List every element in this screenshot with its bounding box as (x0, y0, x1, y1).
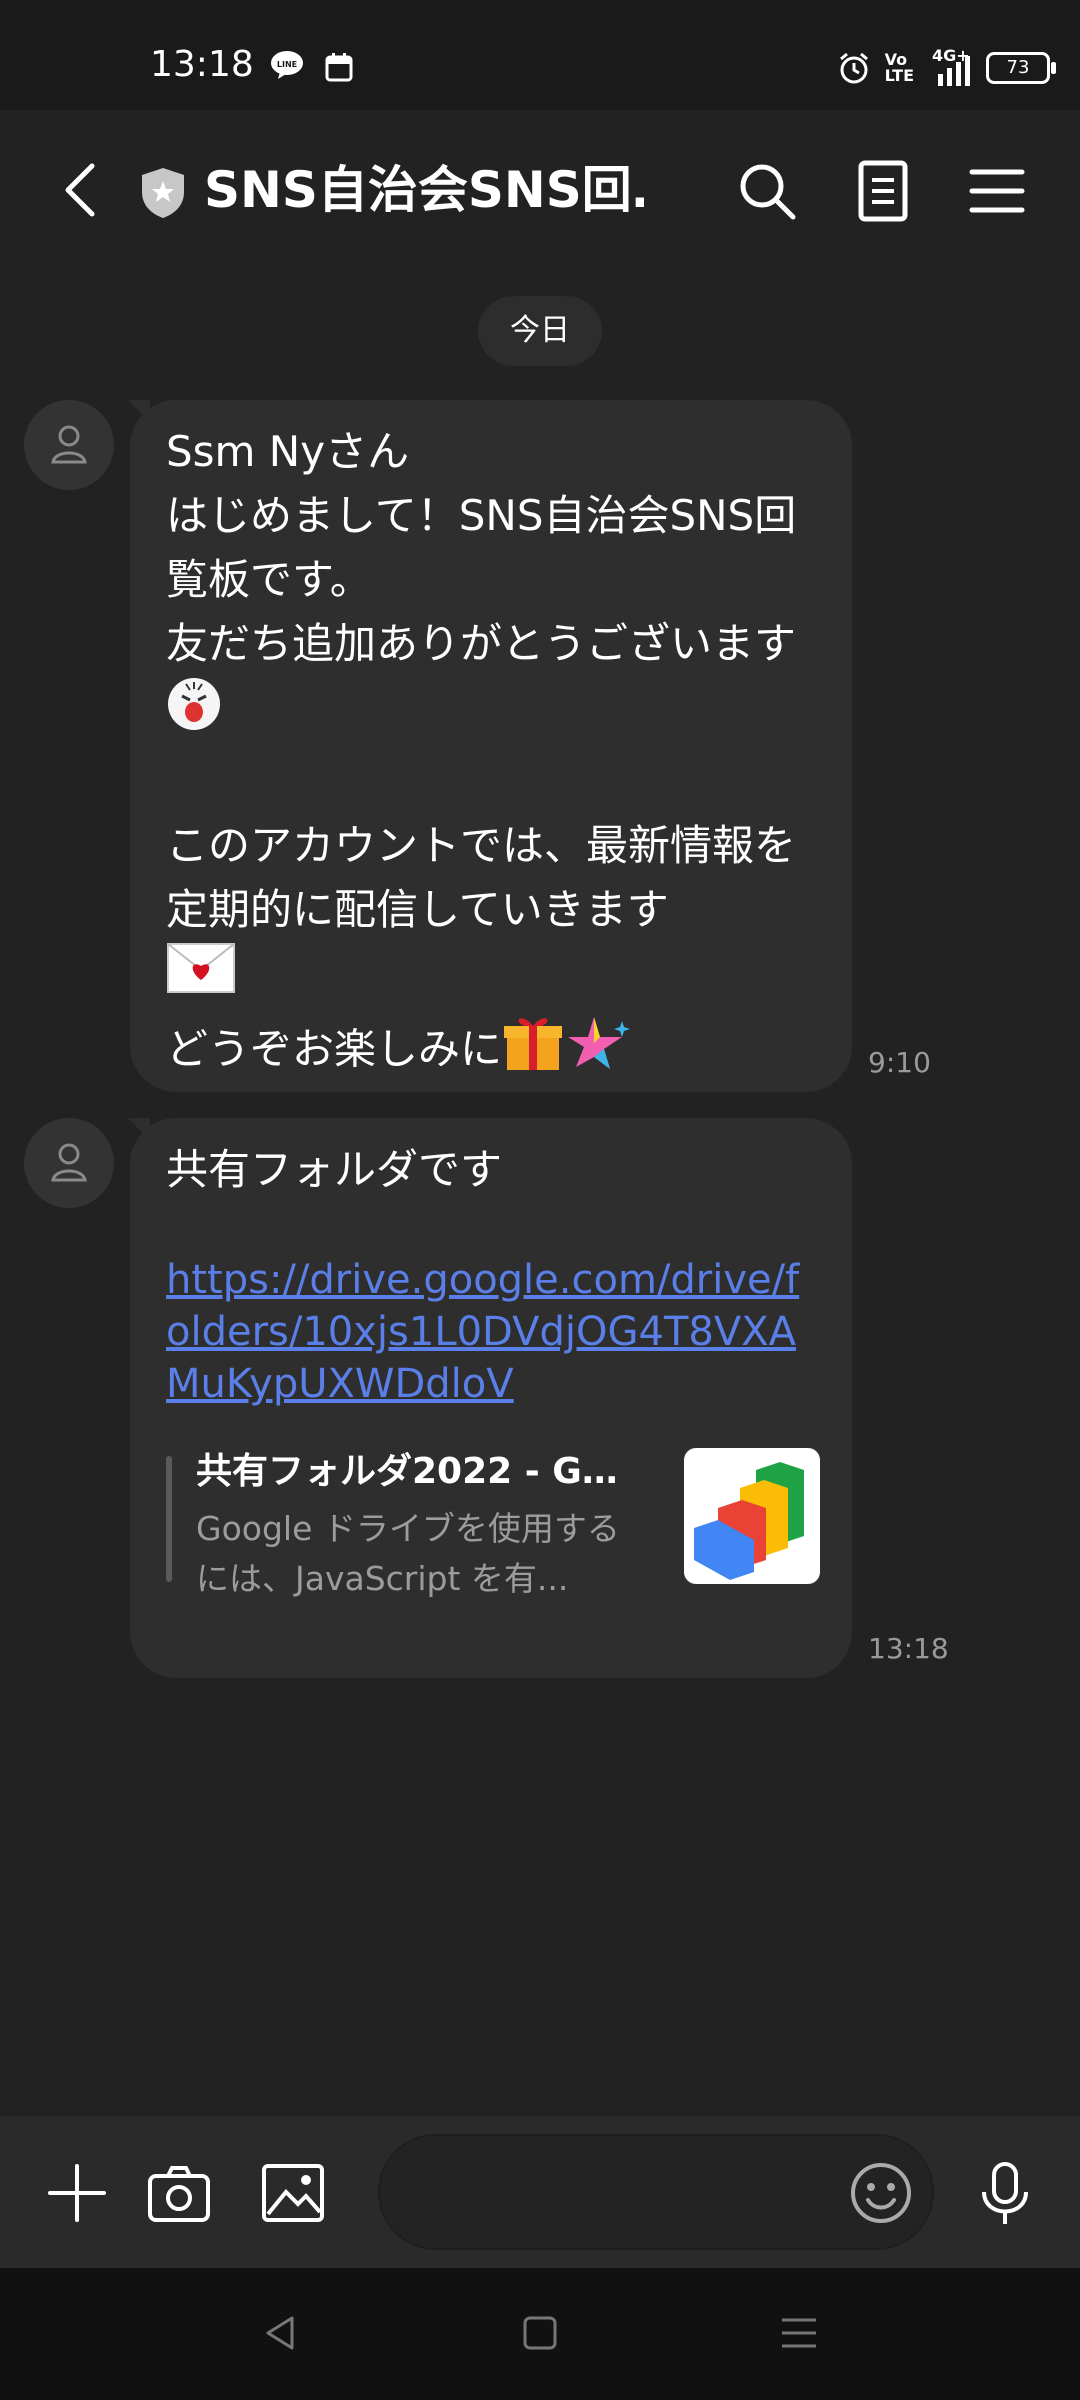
back-arrow-icon[interactable] (52, 160, 112, 220)
signal-icon: 4G+ (928, 46, 972, 86)
message-time: 13:18 (868, 1632, 949, 1665)
love-letter-icon (166, 942, 236, 1012)
calendar-icon (325, 53, 353, 82)
battery-indicator: 73 (986, 52, 1056, 84)
google-drive-thumbnail (684, 1448, 820, 1584)
message-text: Ssm Nyさん はじめまして！SNS自治会SNS回覧板です。 友だち追加ありが… (166, 420, 816, 1092)
person-icon (51, 425, 87, 464)
avatar[interactable] (24, 1118, 114, 1208)
person-icon (51, 1143, 87, 1182)
message-input-bar (0, 2116, 1080, 2268)
preview-title: 共有フォルダ2022 - Go... (196, 1451, 626, 1492)
emoji-icon[interactable] (848, 2160, 914, 2226)
preview-accent-bar (166, 1456, 172, 1582)
alarm-icon (839, 52, 868, 84)
camera-icon[interactable] (146, 2160, 212, 2226)
message-bubble[interactable]: 共有フォルダです https://drive.google.com/drive/… (128, 1118, 852, 1678)
chat-title[interactable]: SNS自治会SNS回… (204, 158, 644, 222)
menu-icon[interactable] (966, 160, 1028, 222)
gift-icon (502, 1012, 564, 1092)
nav-recents-icon[interactable] (778, 2312, 820, 2354)
search-icon[interactable] (736, 160, 798, 222)
message-link[interactable]: https://drive.google.com/drive/folders/1… (166, 1254, 816, 1410)
chat-header: SNS自治会SNS回… (0, 110, 1080, 270)
status-indicators: Vo LTE 4G+ 73 (837, 46, 1056, 86)
volte-indicator: Vo LTE (884, 50, 914, 85)
message-bubble[interactable]: Ssm Nyさん はじめまして！SNS自治会SNS回覧板です。 友だち追加ありが… (128, 400, 852, 1092)
svg-text:LINE: LINE (277, 60, 297, 69)
sparkle-star-icon (564, 1013, 631, 1091)
system-nav-bar (0, 2268, 1080, 2400)
status-bar: 13:18 LINE Vo LTE 4G+ 73 (0, 0, 1080, 110)
image-icon[interactable] (260, 2160, 326, 2226)
date-separator: 今日 (478, 296, 602, 366)
line-app-icon: LINE (271, 51, 303, 79)
nav-home-icon[interactable] (519, 2312, 561, 2354)
message-input[interactable] (378, 2134, 934, 2250)
avatar[interactable] (24, 400, 114, 490)
status-time: 13:18 (150, 44, 254, 85)
microphone-icon[interactable] (972, 2160, 1038, 2226)
link-preview[interactable]: 共有フォルダ2022 - Go... Google ドライブを使用するには、Ja… (166, 1448, 820, 1598)
plus-icon[interactable] (44, 2160, 110, 2226)
notes-icon[interactable] (852, 160, 914, 222)
nav-back-icon[interactable] (260, 2312, 302, 2354)
preview-description: Google ドライブを使用するには、JavaScript を有... (196, 1509, 620, 1598)
message-text: 共有フォルダです (166, 1145, 503, 1194)
message-time: 9:10 (868, 1046, 931, 1079)
brown-emoji-icon (166, 676, 222, 750)
official-account-shield-icon (142, 168, 184, 218)
